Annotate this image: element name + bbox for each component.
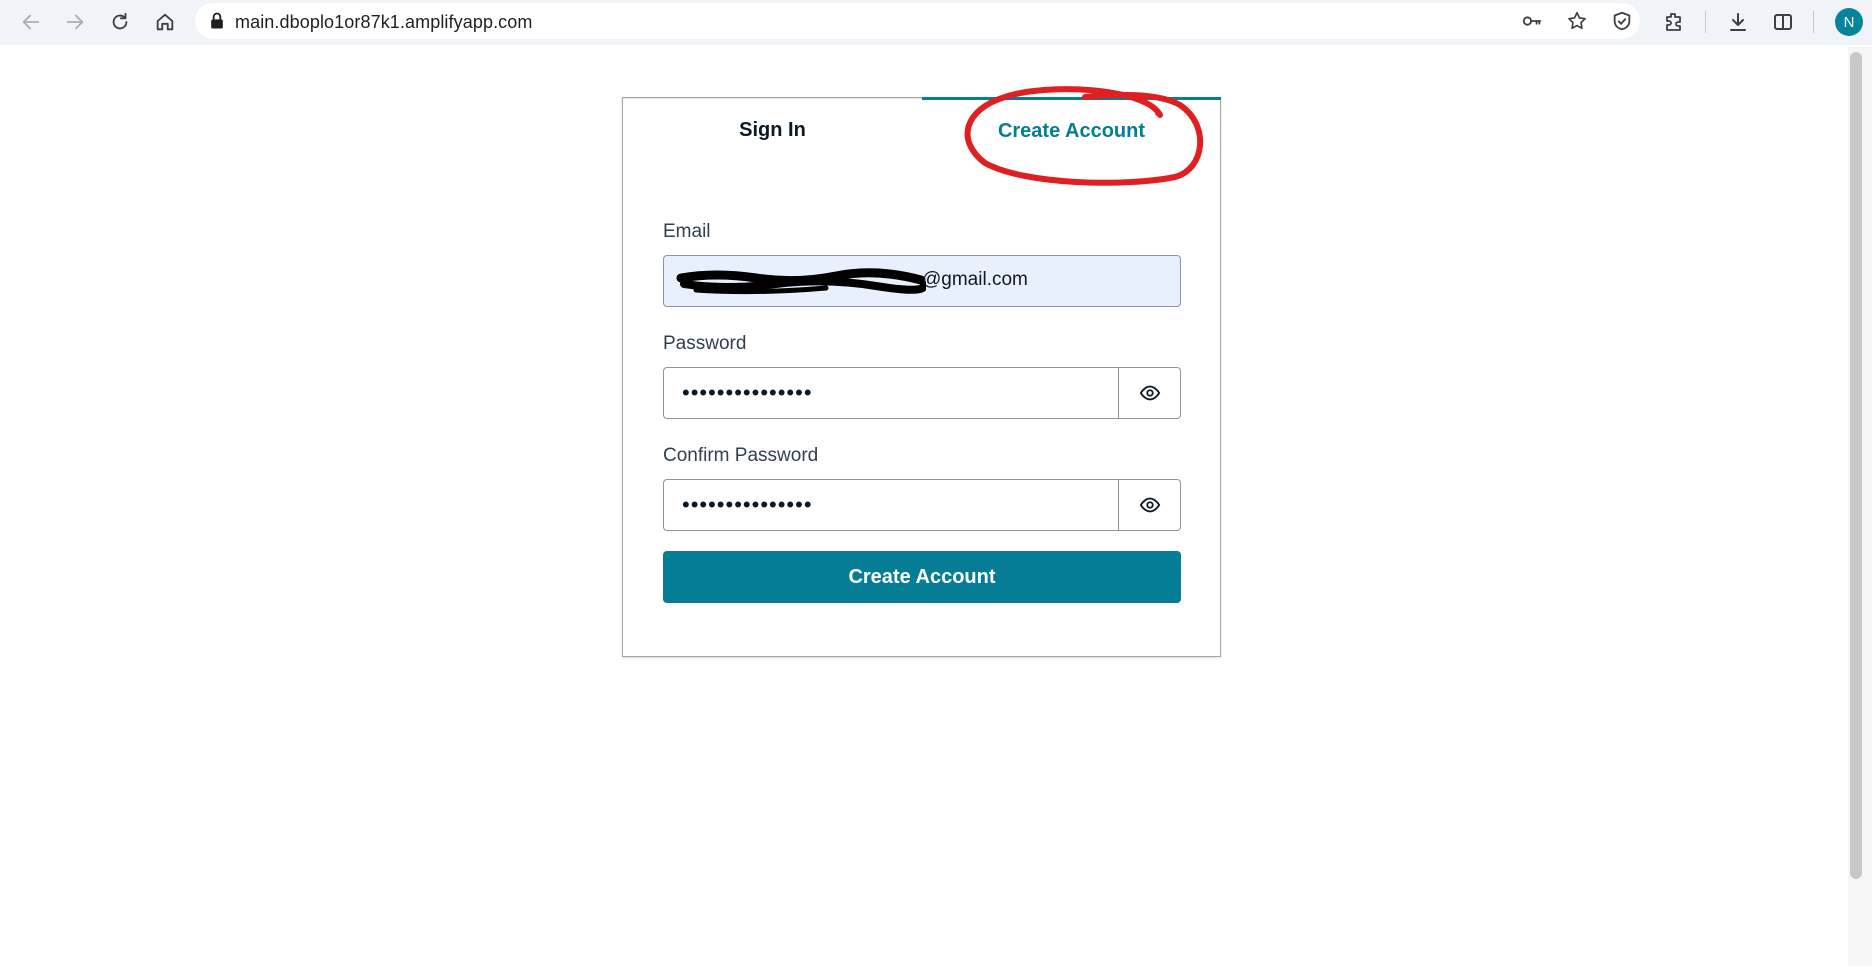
browser-toolbar: main.dboplo1or87k1.amplifyapp.com N xyxy=(0,0,1872,45)
eye-icon xyxy=(1139,497,1160,513)
home-icon[interactable] xyxy=(150,7,180,37)
toolbar-divider xyxy=(1705,11,1706,33)
toolbar-divider xyxy=(1813,11,1814,33)
download-icon[interactable] xyxy=(1726,10,1750,34)
sidepanel-icon[interactable] xyxy=(1771,10,1795,34)
shield-icon[interactable] xyxy=(1611,10,1633,32)
url-text[interactable]: main.dboplo1or87k1.amplifyapp.com xyxy=(235,12,532,33)
star-icon[interactable] xyxy=(1566,10,1588,32)
key-icon[interactable] xyxy=(1521,10,1543,32)
show-confirm-password-button[interactable] xyxy=(1119,479,1181,531)
tab-sign-in[interactable]: Sign In xyxy=(623,98,922,161)
email-label: Email xyxy=(663,221,711,242)
show-password-button[interactable] xyxy=(1119,367,1181,419)
annotation-circle xyxy=(964,86,1204,186)
lock-icon[interactable] xyxy=(207,11,227,31)
profile-avatar[interactable]: N xyxy=(1835,8,1863,36)
password-field[interactable]: ••••••••••••••• xyxy=(663,367,1119,419)
confirm-password-label: Confirm Password xyxy=(663,445,819,466)
extensions-icon[interactable] xyxy=(1662,10,1686,34)
back-icon[interactable] xyxy=(16,7,46,37)
forward-icon[interactable] xyxy=(60,7,90,37)
eye-icon xyxy=(1139,385,1160,401)
create-account-button[interactable]: Create Account xyxy=(663,551,1181,603)
reload-icon[interactable] xyxy=(105,7,135,37)
address-bar[interactable]: main.dboplo1or87k1.amplifyapp.com xyxy=(195,3,1640,39)
email-field[interactable]: @gmail.com xyxy=(663,255,1181,307)
redaction-scribble xyxy=(676,268,926,295)
password-label: Password xyxy=(663,333,747,354)
scrollbar-thumb[interactable] xyxy=(1850,52,1862,879)
email-value: @gmail.com xyxy=(922,269,1028,290)
confirm-password-field[interactable]: ••••••••••••••• xyxy=(663,479,1119,531)
